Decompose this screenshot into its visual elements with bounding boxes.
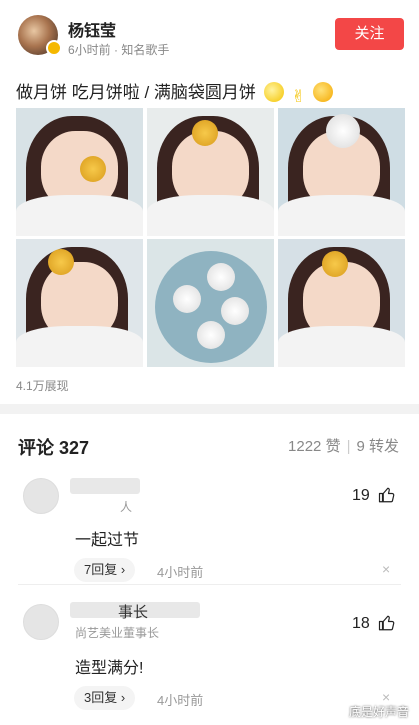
- photo-5[interactable]: [147, 239, 274, 367]
- post-body-text: 做月饼 吃月饼啦 / 满脑袋圆月饼: [16, 83, 256, 102]
- commenter-subtitle: 尚艺美业董事长: [75, 626, 160, 640]
- photo-4[interactable]: [16, 239, 143, 367]
- post-text: 做月饼 吃月饼啦 / 满脑袋圆月饼 ✌: [16, 78, 334, 107]
- close-icon[interactable]: ×: [382, 561, 390, 577]
- section-divider: [0, 404, 419, 414]
- photo-6[interactable]: [278, 239, 405, 367]
- follow-button[interactable]: 关注: [335, 18, 404, 50]
- comment-time: 4小时前: [157, 565, 204, 580]
- author-name[interactable]: 杨钰莹: [68, 17, 116, 41]
- post-stats: 1222 赞 | 9 转发: [288, 435, 399, 456]
- replies-button[interactable]: 7回复 ›: [74, 558, 136, 582]
- thumbs-up-icon[interactable]: [378, 614, 396, 632]
- photo-2[interactable]: [147, 108, 274, 236]
- comment-text: 造型满分!: [75, 660, 144, 677]
- photo-1[interactable]: [16, 108, 143, 236]
- post-header: 杨钰莹 6小时前 · 知名歌手 关注: [0, 0, 419, 66]
- comment-like-count: 18: [352, 615, 370, 632]
- verified-badge-icon: [46, 40, 62, 56]
- commenter-name[interactable]: 事长: [118, 601, 148, 622]
- comment-time: 4小时前: [157, 693, 204, 708]
- moon-emoji-icon: [263, 82, 284, 102]
- replies-button[interactable]: 3回复 ›: [74, 686, 136, 710]
- kiss-face-icon: [313, 82, 334, 102]
- stats-separator: |: [346, 438, 351, 455]
- post-meta: 6小时前 · 知名歌手: [68, 43, 170, 57]
- comment-like-count: 19: [352, 487, 370, 504]
- commenter-avatar[interactable]: [23, 478, 59, 514]
- commenter-avatar[interactable]: [23, 604, 59, 640]
- thumbs-up-icon[interactable]: [378, 486, 396, 504]
- view-count: 4.1万展现: [16, 379, 69, 393]
- reposts-count[interactable]: 9 转发: [356, 438, 399, 455]
- victory-hand-icon: ✌: [291, 87, 306, 106]
- commenter-name-redacted: [70, 478, 140, 494]
- watermark: 底是好声音: [348, 705, 409, 719]
- likes-count[interactable]: 1222 赞: [288, 438, 341, 455]
- commenter-subtitle: 人: [120, 500, 133, 514]
- photo-3[interactable]: [278, 108, 405, 236]
- comment-text: 一起过节: [75, 532, 140, 549]
- comment-divider: [18, 584, 401, 585]
- comments-title: 评论 327: [18, 438, 90, 458]
